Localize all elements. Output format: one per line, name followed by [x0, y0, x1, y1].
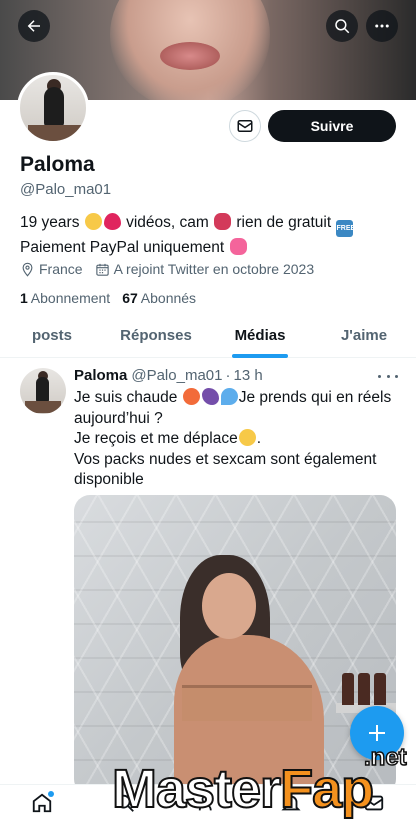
tweet-avatar-base [25, 401, 61, 413]
media-top [182, 685, 312, 721]
nav-notifications[interactable] [277, 789, 305, 817]
message-button[interactable] [229, 110, 261, 142]
followers-label: Abonnés [140, 290, 197, 306]
tweet-text-line: Je reçois et me déplace [74, 430, 238, 447]
profile-handle: @Palo_ma01 [20, 181, 112, 198]
free-emoji-icon: FREE [336, 220, 355, 237]
tweet-avatar[interactable] [20, 368, 66, 414]
tweet-text-line: Je suis chaude [74, 389, 182, 406]
following-link[interactable]: 1 Abonnement [20, 290, 110, 306]
hot-face-emoji-icon [182, 388, 200, 405]
location: France [20, 261, 83, 277]
tweet-text: Je suis chaude Je prends qui en réels au… [74, 388, 404, 491]
search-icon [335, 19, 350, 34]
avatar-figure-body [44, 87, 64, 127]
tab-likes[interactable]: J'aime [312, 318, 416, 357]
kiss-emoji-icon [214, 213, 232, 230]
tweet-author-handle[interactable]: @Palo_ma01 [131, 367, 222, 384]
bio-text: vidéos, cam [121, 214, 214, 231]
eggplant-emoji-icon [201, 388, 219, 405]
join-date-text: A rejoint Twitter en octobre 2023 [113, 261, 315, 277]
envelope-icon [237, 120, 253, 132]
media-bottle [374, 673, 386, 705]
location-text: France [39, 261, 83, 277]
tweet-text-line: Vos packs nudes et sexcam sont également [74, 450, 377, 468]
tweet-text-line: . [256, 430, 262, 447]
bell-icon [281, 795, 301, 810]
compose-button[interactable] [350, 706, 404, 760]
bio-text: 19 years [20, 214, 84, 231]
profile-meta: France A rejoint Twitter en octobre 2023 [20, 261, 326, 277]
bottom-navigation [0, 784, 416, 820]
tweet-author-name[interactable]: Paloma [74, 367, 127, 384]
arrow-left-icon [27, 20, 40, 32]
droplets-emoji-icon [220, 388, 238, 405]
smile-emoji-icon [84, 213, 102, 230]
tab-media[interactable]: Médias [208, 318, 312, 357]
tab-posts[interactable]: posts [0, 318, 104, 357]
tweet-separator: · [225, 367, 231, 384]
tweet-more-icon[interactable] [378, 370, 398, 382]
followers-link[interactable]: 67 Abonnés [122, 290, 196, 306]
avatar-figure-base [28, 125, 84, 141]
profile-name: Paloma [20, 153, 95, 176]
envelope-icon [365, 795, 384, 810]
tab-replies[interactable]: Réponses [104, 318, 208, 357]
following-label: Abonnement [30, 290, 111, 306]
search-icon [116, 794, 134, 812]
hugging-emoji-icon [238, 429, 256, 446]
two-hearts-emoji-icon [229, 238, 247, 255]
media-face [202, 573, 256, 639]
profile-tabs: posts Réponses Médias J'aime [0, 318, 416, 358]
following-count: 1 [20, 290, 28, 306]
follow-button[interactable]: Suivre [268, 110, 396, 142]
nav-messages[interactable] [360, 789, 388, 817]
plus-icon [369, 725, 385, 741]
notification-dot [47, 790, 54, 797]
tweet-avatar-body [36, 377, 49, 403]
followers-count: 67 [122, 290, 138, 306]
nav-home[interactable] [28, 789, 56, 817]
location-pin-icon [22, 262, 33, 277]
tweet-time[interactable]: 13 h [233, 367, 262, 384]
join-date: A rejoint Twitter en octobre 2023 [95, 261, 315, 277]
tweet-text-line: disponible [74, 471, 144, 488]
bio-text: rien de gratuit [232, 214, 336, 231]
more-options-button[interactable] [366, 10, 398, 42]
people-icon [198, 795, 212, 810]
tweet-text-line: Je prends qui en réels [238, 389, 392, 406]
tweet-text-line: aujourd’hui ? [74, 409, 163, 427]
profile-bio: 19 years vidéos, cam rien de gratuit FRE… [20, 212, 400, 259]
tweet-header: Paloma @Palo_ma01 · 13 h [74, 367, 263, 384]
search-button[interactable] [326, 10, 358, 42]
tweet-media-image[interactable] [74, 495, 396, 795]
media-bottle [358, 673, 370, 705]
calendar-icon [95, 263, 109, 276]
profile-avatar[interactable] [17, 72, 89, 144]
follow-stats: 1 Abonnement 67 Abonnés [20, 290, 208, 306]
banner-lips [160, 42, 220, 70]
more-horizontal-icon [375, 24, 389, 28]
back-button[interactable] [18, 10, 50, 42]
nav-search[interactable] [111, 789, 139, 817]
heart-emoji-icon [103, 213, 121, 230]
media-bottle [342, 673, 354, 705]
nav-communities[interactable] [194, 789, 222, 817]
bio-text: Paiement PayPal uniquement [20, 239, 229, 256]
